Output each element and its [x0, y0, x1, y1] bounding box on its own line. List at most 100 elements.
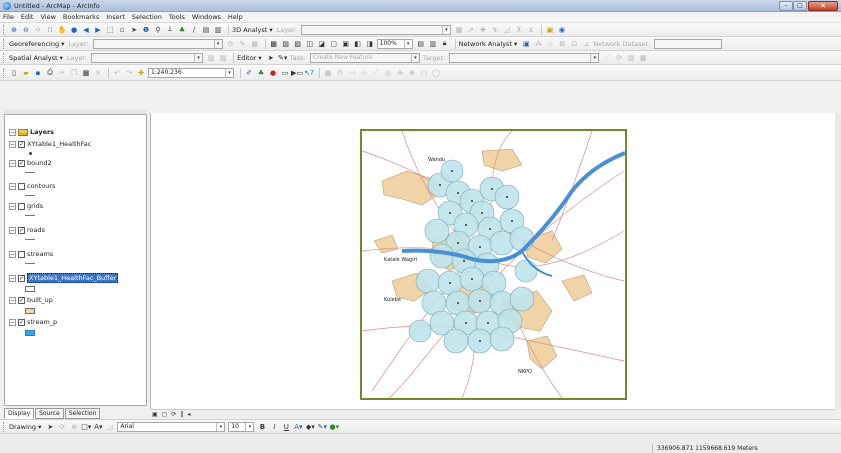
- collapse-icon[interactable]: −: [9, 140, 16, 148]
- zoom-out-icon[interactable]: ⊖: [21, 25, 31, 35]
- rotate-tool-icon[interactable]: ⟳: [614, 53, 624, 63]
- arctoolbox-icon[interactable]: ●: [268, 68, 278, 78]
- raster-tool-icon[interactable]: ▨: [293, 39, 303, 49]
- menu-edit[interactable]: Edit: [21, 13, 34, 21]
- clear-selection-icon[interactable]: ▫: [117, 25, 127, 35]
- add-control-points-icon[interactable]: ✎: [238, 39, 248, 49]
- vertical-scrollbar[interactable]: [835, 113, 841, 409]
- menu-windows[interactable]: Windows: [192, 13, 221, 21]
- menu-insert[interactable]: Insert: [106, 13, 125, 21]
- layer-item-built-up[interactable]: − ✓ built_up: [9, 295, 53, 305]
- map-scale-combo[interactable]: 1:240,236 ▾: [148, 67, 234, 78]
- layer-item-contours[interactable]: − contours: [9, 181, 55, 191]
- font-color-icon[interactable]: A▾: [293, 422, 303, 432]
- time-slider-icon[interactable]: ∕: [189, 25, 199, 35]
- zoom-percent-combo[interactable]: 100% ▾: [376, 38, 413, 49]
- editor-menu[interactable]: Editor ▾: [237, 54, 262, 62]
- overview-icon[interactable]: ▥: [213, 25, 223, 35]
- layer-checkbox[interactable]: [18, 182, 25, 190]
- collapse-icon[interactable]: −: [9, 159, 16, 167]
- point-icon[interactable]: ⊕: [407, 68, 417, 78]
- bold-icon[interactable]: B: [257, 422, 267, 432]
- arcscene-icon[interactable]: ▣: [545, 25, 555, 35]
- save-icon[interactable]: ▪: [33, 68, 43, 78]
- layer-checkbox[interactable]: ✓: [18, 296, 25, 304]
- collapse-icon[interactable]: −: [9, 318, 16, 326]
- python-icon[interactable]: ▶▭: [291, 68, 303, 78]
- fixed-zoom-out-icon[interactable]: ∷: [45, 25, 55, 35]
- paste-icon[interactable]: ▩: [81, 68, 91, 78]
- toc-root[interactable]: − Layers: [9, 127, 54, 137]
- text-icon[interactable]: A▾: [93, 422, 103, 432]
- data-frame[interactable]: Wandu Katale Wagiri Kulebe NKPO: [360, 129, 627, 400]
- raster-tool-icon[interactable]: ◨: [365, 39, 375, 49]
- tab-selection[interactable]: Selection: [64, 408, 101, 419]
- viewer-icon[interactable]: ▤: [201, 25, 211, 35]
- histogram-icon[interactable]: ▥: [206, 53, 216, 63]
- editor-toolbar-icon[interactable]: ✐: [244, 68, 254, 78]
- layer-checkbox[interactable]: ✓: [18, 159, 25, 167]
- measure-icon[interactable]: ⟂: [165, 25, 175, 35]
- 3d-tool-icon[interactable]: ↗: [466, 25, 476, 35]
- sketch-tool-icon[interactable]: ✎▾: [278, 53, 288, 63]
- delete-icon[interactable]: ✕: [93, 68, 103, 78]
- 3d-layer-combo[interactable]: ▾: [300, 24, 451, 35]
- layer-item-buffer[interactable]: − ✓ XYtable1_HealthFac_Buffer: [9, 273, 119, 283]
- fill-color-icon[interactable]: ◆▾: [305, 422, 315, 432]
- undo-icon[interactable]: ↶: [112, 68, 122, 78]
- 3d-tool-icon[interactable]: ⊼: [514, 25, 524, 35]
- toolbar-grip[interactable]: [3, 52, 6, 63]
- rectangle-icon[interactable]: □▾: [81, 422, 91, 432]
- forward-icon[interactable]: ▶: [93, 25, 103, 35]
- layer-checkbox[interactable]: ✓: [18, 318, 25, 326]
- raster-tool-icon[interactable]: ▢: [329, 39, 339, 49]
- layer-checkbox[interactable]: [18, 202, 25, 210]
- zoom-to-selected-icon[interactable]: ⊕: [69, 422, 79, 432]
- collapse-icon[interactable]: −: [9, 202, 16, 210]
- pause-drawing-icon[interactable]: ‖: [180, 411, 183, 418]
- network-tool-icon[interactable]: ⊿: [581, 39, 591, 49]
- 3d-tool-icon[interactable]: ▦: [454, 25, 464, 35]
- layer-item-streams[interactable]: − streams: [9, 249, 53, 259]
- split-tool-icon[interactable]: ⟋: [602, 53, 612, 63]
- 3d-tool-icon[interactable]: ↯: [490, 25, 500, 35]
- refresh-icon[interactable]: ⟳: [171, 411, 176, 418]
- edit-vertices-icon[interactable]: ▦: [323, 68, 333, 78]
- target-combo[interactable]: ▾: [449, 52, 600, 63]
- layer-checkbox[interactable]: ✓: [18, 140, 25, 148]
- font-size-combo[interactable]: 10 ▾: [228, 421, 255, 432]
- georef-layer-combo[interactable]: ▾: [92, 38, 223, 49]
- raster-tool-icon[interactable]: ▣: [341, 39, 351, 49]
- network-dataset-combo[interactable]: [654, 38, 723, 49]
- collapse-icon[interactable]: −: [9, 182, 16, 190]
- zoom-in-icon[interactable]: ⊕: [9, 25, 19, 35]
- open-folder-icon[interactable]: ▰: [21, 68, 31, 78]
- raster-tool-icon[interactable]: ◪: [317, 39, 327, 49]
- straight-segment-icon[interactable]: ⊹: [359, 68, 369, 78]
- contour-icon[interactable]: ▧: [218, 53, 228, 63]
- toolbar-grip[interactable]: [3, 38, 6, 49]
- raster-tool-icon[interactable]: ▧: [281, 39, 291, 49]
- whats-this-icon[interactable]: ↖?: [304, 68, 314, 78]
- italic-icon[interactable]: I: [269, 422, 279, 432]
- underline-icon[interactable]: U: [281, 422, 291, 432]
- trace-icon[interactable]: ⟋: [371, 68, 381, 78]
- layer-checkbox[interactable]: [18, 250, 25, 258]
- select-elements-icon[interactable]: ➤: [45, 422, 55, 432]
- scroll-left-icon[interactable]: ◂: [187, 411, 190, 418]
- fixed-zoom-in-icon[interactable]: ⁘: [33, 25, 43, 35]
- marker-color-icon[interactable]: ●▾: [329, 422, 340, 432]
- circle-icon[interactable]: ◎: [383, 68, 393, 78]
- add-data-icon[interactable]: ✚: [136, 68, 146, 78]
- collapse-icon[interactable]: −: [9, 128, 16, 136]
- new-document-icon[interactable]: ▯: [9, 68, 19, 78]
- toolbar-grip[interactable]: [3, 24, 6, 35]
- collapse-icon[interactable]: −: [9, 250, 16, 258]
- task-combo[interactable]: Create New Feature ▾: [309, 52, 420, 63]
- menu-tools[interactable]: Tools: [169, 13, 185, 21]
- rotate-icon[interactable]: ⟳: [57, 422, 67, 432]
- layout-view-icon[interactable]: ▣: [152, 411, 158, 418]
- 3d-analyst-menu[interactable]: 3D Analyst ▾: [232, 26, 273, 34]
- back-icon[interactable]: ◀: [81, 25, 91, 35]
- full-extent-icon[interactable]: ●: [69, 25, 79, 35]
